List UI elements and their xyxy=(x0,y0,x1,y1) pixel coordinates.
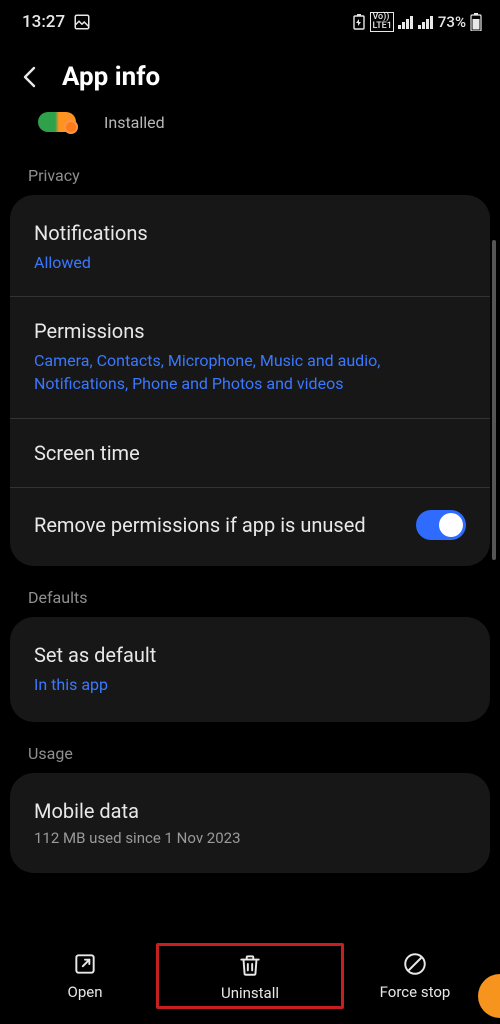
row-title: Permissions xyxy=(34,319,466,343)
page-header: App info xyxy=(0,40,500,108)
row-title: Remove permissions if app is unused xyxy=(34,513,392,537)
chevron-left-icon xyxy=(20,65,40,89)
privacy-card: Notifications Allowed Permissions Camera… xyxy=(10,195,490,566)
row-mobile-data[interactable]: Mobile data 112 MB used since 1 Nov 2023 xyxy=(10,777,490,869)
usage-card: Mobile data 112 MB used since 1 Nov 2023 xyxy=(10,773,490,873)
open-label: Open xyxy=(68,983,103,1001)
battery-percent: 73% xyxy=(438,13,466,31)
row-title: Notifications xyxy=(34,221,466,245)
row-permissions[interactable]: Permissions Camera, Contacts, Microphone… xyxy=(10,296,490,417)
force-stop-label: Force stop xyxy=(380,983,451,1001)
battery-saver-icon xyxy=(352,14,366,30)
open-icon xyxy=(72,951,98,977)
app-summary-row[interactable]: Installed xyxy=(0,108,500,144)
row-remove-permissions[interactable]: Remove permissions if app is unused xyxy=(10,487,490,562)
row-title: Mobile data xyxy=(34,799,466,823)
row-sub: 112 MB used since 1 Nov 2023 xyxy=(34,829,466,847)
defaults-card: Set as default In this app xyxy=(10,617,490,722)
section-label-defaults: Defaults xyxy=(0,566,500,617)
status-time: 13:27 xyxy=(22,12,65,32)
row-set-as-default[interactable]: Set as default In this app xyxy=(10,621,490,718)
image-icon xyxy=(73,13,91,31)
row-title: Screen time xyxy=(34,441,466,465)
app-install-status: Installed xyxy=(104,113,165,132)
section-label-usage: Usage xyxy=(0,722,500,773)
signal-icon-2 xyxy=(418,15,434,29)
page-title: App info xyxy=(62,62,160,92)
row-notifications[interactable]: Notifications Allowed xyxy=(10,199,490,296)
row-value: Camera, Contacts, Microphone, Music and … xyxy=(34,349,466,395)
row-title: Set as default xyxy=(34,643,466,667)
signal-icon xyxy=(398,15,414,29)
bottom-action-bar: Open Uninstall Force stop xyxy=(0,934,500,1024)
toggle-remove-permissions[interactable] xyxy=(416,510,466,540)
app-icon xyxy=(38,112,76,132)
no-entry-icon xyxy=(402,951,428,977)
force-stop-button[interactable]: Force stop xyxy=(344,951,486,1001)
back-button[interactable] xyxy=(18,65,42,89)
row-value: In this app xyxy=(34,673,466,696)
trash-icon xyxy=(237,952,263,978)
row-value: Allowed xyxy=(34,251,466,274)
section-label-privacy: Privacy xyxy=(0,144,500,195)
uninstall-button[interactable]: Uninstall xyxy=(156,943,344,1009)
open-button[interactable]: Open xyxy=(14,951,156,1001)
battery-icon xyxy=(470,13,482,31)
scrollbar[interactable] xyxy=(492,240,496,560)
status-bar: 13:27 Vo))LTE1 73% xyxy=(0,0,500,40)
row-screen-time[interactable]: Screen time xyxy=(10,418,490,487)
network-indicator: Vo))LTE1 xyxy=(370,12,393,32)
uninstall-label: Uninstall xyxy=(221,984,279,1002)
